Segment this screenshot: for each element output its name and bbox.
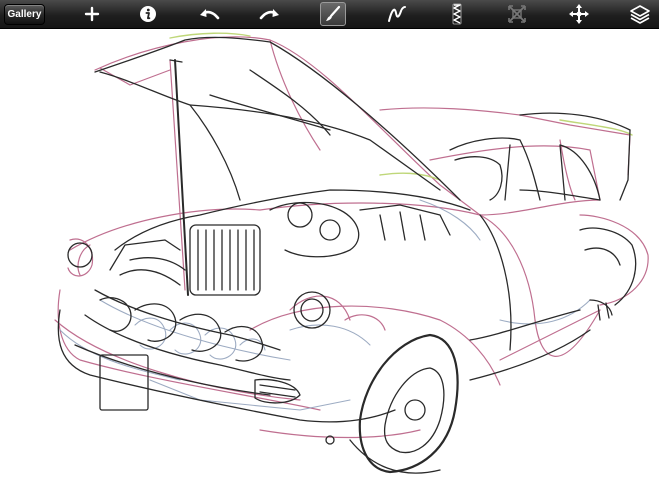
redo-icon [259,9,279,20]
smudge-tool-button[interactable] [384,2,410,26]
brush-icon [326,5,341,21]
move-tool-button[interactable] [566,2,592,26]
drawing-canvas[interactable] [0,29,659,489]
car-sketch [54,32,649,474]
add-button[interactable] [79,2,105,26]
toolbar: Gallery [0,0,659,29]
transform-tool-button[interactable] [504,2,530,26]
info-button[interactable] [135,2,161,26]
transform-icon [508,5,526,23]
undo-button[interactable] [196,2,222,26]
layers-icon [630,5,650,24]
layers-button[interactable] [627,2,653,26]
construction-strokes [54,36,649,439]
eraser-tool-button[interactable] [444,2,470,26]
smudge-icon [388,6,406,22]
info-icon [140,6,156,22]
gallery-button[interactable]: Gallery [4,4,45,25]
plus-icon [84,6,100,22]
line-art-strokes [57,36,637,474]
move-icon [569,4,589,24]
redo-button[interactable] [257,2,283,26]
undo-icon [200,9,220,20]
brush-tool-button[interactable] [320,2,346,26]
eraser-icon [452,3,462,25]
